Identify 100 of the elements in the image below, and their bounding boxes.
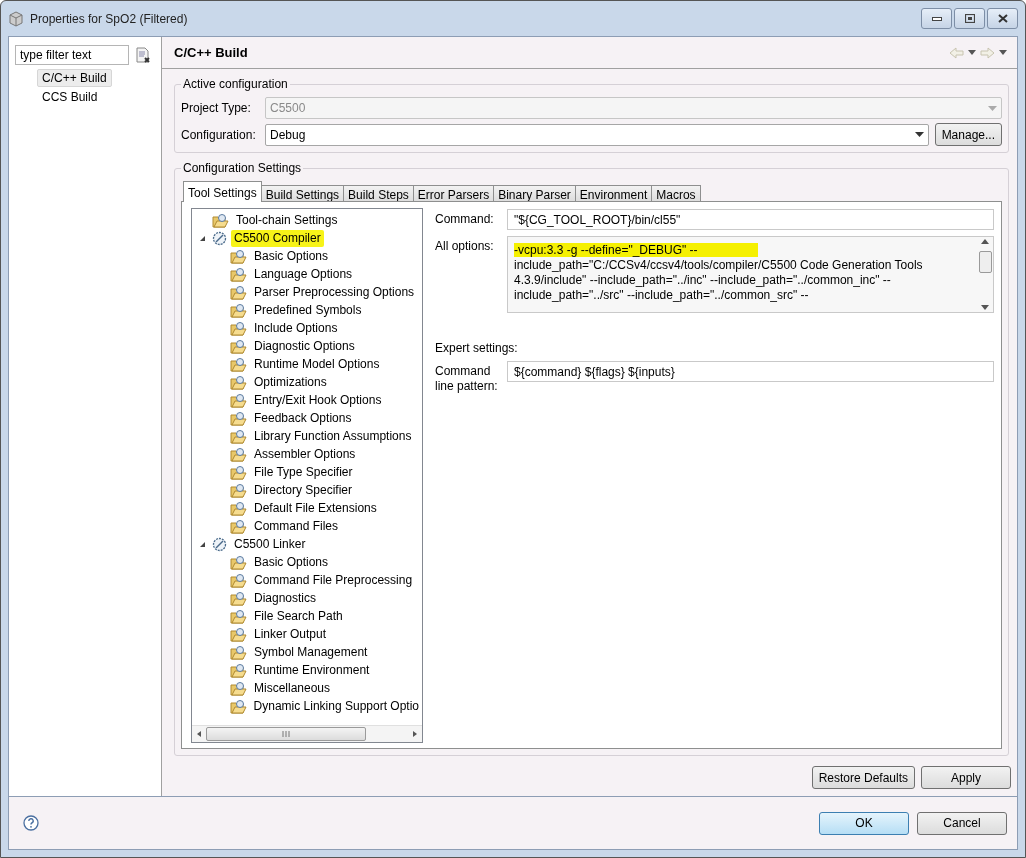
options-line: 4.3.9/include" --include_path="../inc" --include_path="../common_inc" -- xyxy=(514,273,891,287)
tree-item[interactable]: Tool-chain Settings xyxy=(233,211,341,229)
command-field[interactable]: "${CG_TOOL_ROOT}/bin/cl55" xyxy=(507,209,994,230)
collapse-triangle-icon[interactable] xyxy=(198,234,206,242)
scroll-up-icon[interactable] xyxy=(981,239,989,244)
folder-icon xyxy=(230,644,247,660)
sidebar-item[interactable]: CCS Build xyxy=(37,88,103,106)
folder-icon xyxy=(229,698,247,714)
tree-item[interactable]: Feedback Options xyxy=(251,409,355,427)
action-button[interactable]: Apply xyxy=(921,766,1011,789)
filter-field[interactable]: type filter text xyxy=(15,45,129,65)
tree-item[interactable]: Symbol Management xyxy=(251,643,371,661)
section-label: Expert settings: xyxy=(435,341,519,355)
folder-icon xyxy=(230,356,247,372)
field-label: Project Type: xyxy=(181,101,252,115)
folder-icon xyxy=(230,626,247,642)
tree-item[interactable]: Runtime Model Options xyxy=(251,355,383,373)
pattern-field[interactable]: ${command} ${flags} ${inputs} xyxy=(507,361,994,382)
sidebar-item[interactable]: C/C++ Build xyxy=(37,69,112,87)
tree-item[interactable]: Dynamic Linking Support Optio xyxy=(250,697,422,715)
scrollbar-thumb[interactable] xyxy=(206,727,366,741)
help-icon[interactable] xyxy=(23,815,39,831)
scrollbar-thumb[interactable] xyxy=(978,250,992,273)
tree-item[interactable]: Basic Options xyxy=(251,553,332,571)
folder-icon xyxy=(230,554,247,570)
manage-button[interactable]: Manage... xyxy=(934,123,1002,146)
gear-icon xyxy=(212,230,227,246)
folder-icon xyxy=(230,428,247,444)
folder-icon xyxy=(230,662,247,678)
folder-icon xyxy=(230,482,247,498)
tree-item[interactable]: Default File Extensions xyxy=(251,499,380,517)
maximize-button[interactable] xyxy=(954,8,985,29)
tree-item[interactable]: Diagnostic Options xyxy=(251,337,358,355)
window-title: Properties for SpO2 (Filtered) xyxy=(30,11,188,26)
folder-icon xyxy=(230,266,247,282)
clear-filter-icon[interactable] xyxy=(135,47,151,63)
scroll-down-icon[interactable] xyxy=(981,305,989,310)
folder-icon xyxy=(230,392,247,408)
tree-item[interactable]: C5500 Compiler xyxy=(231,229,324,247)
field-label: Command line pattern: xyxy=(435,363,499,394)
dropdown-caret-icon[interactable] xyxy=(968,50,976,55)
group-title: Active configuration xyxy=(182,77,289,91)
folder-icon xyxy=(230,338,247,354)
tree-item[interactable]: Include Options xyxy=(251,319,341,337)
folder-icon xyxy=(230,518,247,534)
minimize-button[interactable] xyxy=(921,8,952,29)
folder-icon xyxy=(230,410,247,426)
cube-icon xyxy=(8,10,24,27)
restore-icon xyxy=(964,14,975,23)
folder-icon xyxy=(230,500,247,516)
folder-icon xyxy=(230,248,247,264)
tree-item[interactable]: Command File Preprocessing xyxy=(251,571,416,589)
folder-icon xyxy=(230,446,247,462)
folder-icon xyxy=(230,374,247,390)
folder-icon xyxy=(230,302,247,318)
folder-icon xyxy=(230,608,247,624)
dialog-button[interactable]: Cancel xyxy=(917,811,1007,835)
options-line: include_path="C:/CCSv4/ccsv4/tools/compiler/C5500 Code Generation Tools xyxy=(514,258,923,272)
dialog-button[interactable]: OK xyxy=(819,811,909,835)
tree-item[interactable]: Directory Specifier xyxy=(251,481,356,499)
dropdown[interactable]: Debug xyxy=(265,123,929,146)
tree-item[interactable]: Entry/Exit Hook Options xyxy=(251,391,385,409)
folder-icon xyxy=(230,590,247,606)
dropdown-caret-icon[interactable] xyxy=(999,50,1007,55)
page-title: C/C++ Build xyxy=(174,45,248,60)
tree-item[interactable]: Parser Preprocessing Options xyxy=(251,283,418,301)
gear-icon xyxy=(212,536,227,552)
tree-item[interactable]: Language Options xyxy=(251,265,356,283)
options-text-area[interactable] xyxy=(507,236,994,313)
folder-icon xyxy=(230,320,247,336)
minimize-icon xyxy=(931,16,942,21)
tree-item[interactable]: Miscellaneous xyxy=(251,679,334,697)
tree-item[interactable]: Predefined Symbols xyxy=(251,301,365,319)
tree-item[interactable]: Runtime Environment xyxy=(251,661,373,679)
close-icon xyxy=(997,14,1008,23)
folder-icon xyxy=(230,680,247,696)
tree-item[interactable]: File Type Specifier xyxy=(251,463,356,481)
tree-item[interactable]: Diagnostics xyxy=(251,589,320,607)
dropdown-caret-icon[interactable] xyxy=(914,132,924,137)
tree-item[interactable]: Command Files xyxy=(251,517,342,535)
tree-item[interactable]: Linker Output xyxy=(251,625,330,643)
options-line: include_path="../src" --include_path="../common_src" -- xyxy=(514,288,809,302)
tree-item[interactable]: Optimizations xyxy=(251,373,330,391)
tree-item[interactable]: Basic Options xyxy=(251,247,332,265)
tree-item[interactable]: Assembler Options xyxy=(251,445,359,463)
tree-item[interactable]: Library Function Assumptions xyxy=(251,427,415,445)
tree-item[interactable]: File Search Path xyxy=(251,607,346,625)
field-label: All options: xyxy=(435,238,495,254)
folder-icon xyxy=(230,284,247,300)
tree-item[interactable]: C5500 Linker xyxy=(231,535,309,553)
field-label: Configuration: xyxy=(181,127,257,142)
tab[interactable]: Tool Settings xyxy=(183,181,262,202)
collapse-triangle-icon[interactable] xyxy=(198,540,206,548)
field-label: Command: xyxy=(435,211,495,227)
folder-icon xyxy=(230,572,247,588)
group-title: Configuration Settings xyxy=(182,161,303,175)
close-button[interactable] xyxy=(987,8,1018,29)
folder-icon xyxy=(230,464,247,480)
action-button[interactable]: Restore Defaults xyxy=(811,766,915,789)
folder-icon xyxy=(212,212,229,228)
